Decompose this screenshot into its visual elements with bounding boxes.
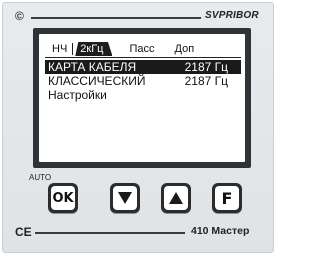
brand-name: SVPRIBOR <box>205 10 259 21</box>
up-button[interactable] <box>161 183 191 213</box>
ce-mark-icon: CE <box>15 225 32 239</box>
menu-item-label: КЛАССИЧЕСКИЙ <box>48 74 146 88</box>
tab-dop[interactable]: Доп <box>172 42 198 56</box>
menu-item-label: КАРТА КАБЕЛЯ <box>48 60 137 74</box>
menu-item-label: Настройки <box>48 88 107 102</box>
ok-label: OK <box>52 190 74 206</box>
device-panel: © SVPRIBOR НЧ 2кГц Пасс Доп КАРТА КАБЕЛЯ… <box>2 2 274 253</box>
menu-item-value: 2187 Гц <box>184 74 228 88</box>
menu-list: КАРТА КАБЕЛЯ 2187 Гц КЛАССИЧЕСКИЙ 2187 Г… <box>45 60 241 102</box>
menu-item-classic[interactable]: КЛАССИЧЕСКИЙ 2187 Гц <box>45 74 241 88</box>
up-triangle-icon <box>169 192 183 204</box>
lcd-screen: НЧ 2кГц Пасс Доп КАРТА КАБЕЛЯ 2187 Гц КЛ… <box>39 34 245 162</box>
ok-button[interactable]: OK <box>48 183 78 213</box>
menu-item-settings[interactable]: Настройки <box>45 88 241 102</box>
top-divider <box>31 17 201 19</box>
tab-underline <box>45 57 241 58</box>
down-button[interactable] <box>110 183 140 213</box>
tab-separator <box>72 43 74 55</box>
menu-item-cable-map[interactable]: КАРТА КАБЕЛЯ 2187 Гц <box>45 60 241 74</box>
f-button[interactable]: F <box>212 183 242 213</box>
menu-item-value <box>228 88 238 102</box>
bottom-divider <box>35 232 185 234</box>
tab-2khz[interactable]: 2кГц <box>75 42 113 56</box>
tab-bar: НЧ 2кГц Пасс Доп <box>49 42 239 56</box>
tab-nch[interactable]: НЧ <box>49 42 70 56</box>
menu-item-value: 2187 Гц <box>184 60 228 74</box>
model-name: 410 Мастер <box>191 225 250 237</box>
f-label: F <box>221 188 233 208</box>
auto-label: AUTO <box>29 173 52 182</box>
brand-logo-icon: © <box>15 9 24 23</box>
down-triangle-icon <box>118 192 132 204</box>
tab-pass[interactable]: Пасс <box>126 42 157 56</box>
